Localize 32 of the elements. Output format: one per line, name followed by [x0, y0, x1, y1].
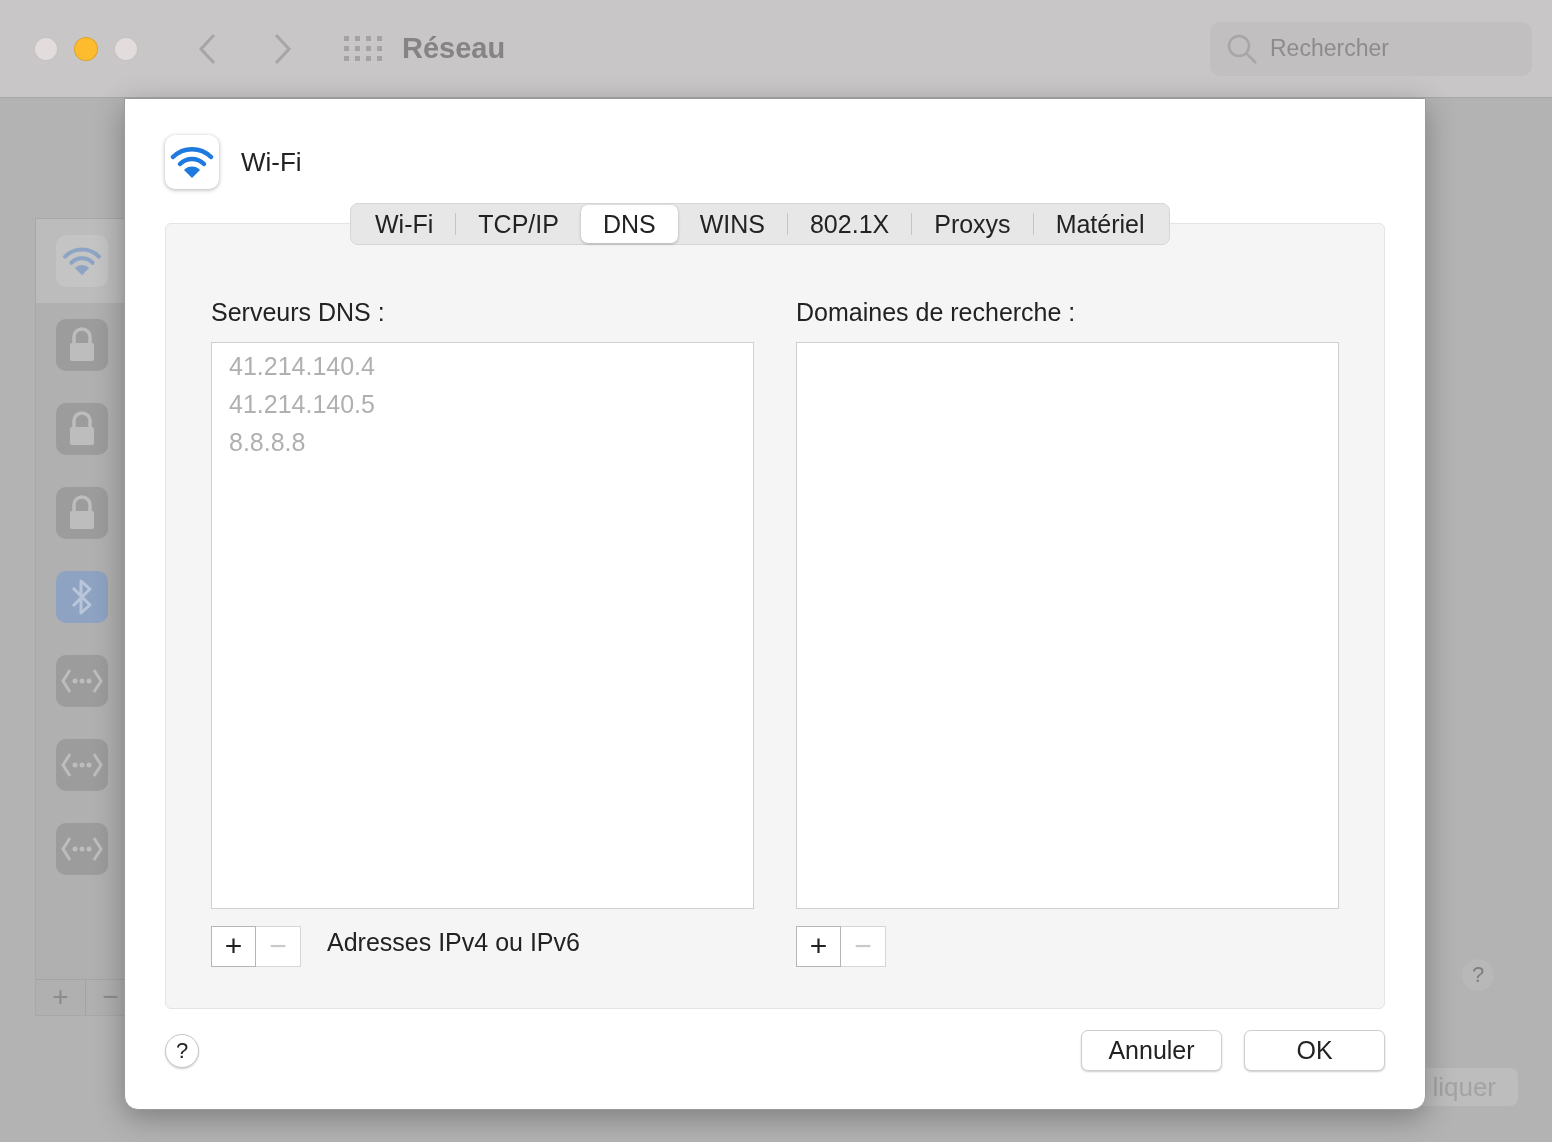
hint-text: Adresses IPv4 ou IPv6	[327, 927, 580, 959]
tab[interactable]: WINS	[677, 205, 787, 243]
add-button[interactable]: +	[796, 925, 841, 967]
wifi-icon	[56, 235, 108, 287]
lock-icon	[56, 487, 108, 539]
list-label: Serveurs DNS :	[211, 297, 386, 328]
bluetooth-icon	[56, 571, 108, 623]
tab[interactable]: TCP/IP	[456, 205, 581, 243]
minimize-button[interactable]	[74, 36, 98, 61]
window-title: Réseau	[402, 30, 506, 66]
forward-icon[interactable]	[272, 32, 292, 65]
ok-button[interactable]: OK	[1244, 1030, 1385, 1071]
tab[interactable]: DNS	[580, 205, 678, 243]
connection-icon	[56, 739, 108, 791]
tab[interactable]: Wi-Fi	[353, 205, 456, 243]
tab[interactable]: Matériel	[1033, 205, 1167, 243]
wifi-icon	[165, 135, 219, 189]
lock-icon	[56, 319, 108, 371]
dialog-title: Wi-Fi	[241, 145, 302, 179]
help-button[interactable]: ?	[165, 1033, 199, 1068]
connection-icon	[56, 655, 108, 707]
connection-icon	[56, 823, 108, 875]
close-button[interactable]	[34, 36, 58, 61]
back-icon[interactable]	[198, 32, 218, 65]
add-button[interactable]: +	[211, 925, 256, 967]
cancel-button[interactable]: Annuler	[1081, 1030, 1222, 1071]
grid-icon[interactable]	[344, 35, 382, 62]
tab[interactable]: Proxys	[912, 205, 1033, 243]
zoom-button[interactable]	[114, 36, 138, 61]
tab[interactable]: 802.1X	[787, 205, 912, 243]
list-label: Domaines de recherche :	[796, 297, 1077, 328]
lock-icon	[56, 403, 108, 455]
